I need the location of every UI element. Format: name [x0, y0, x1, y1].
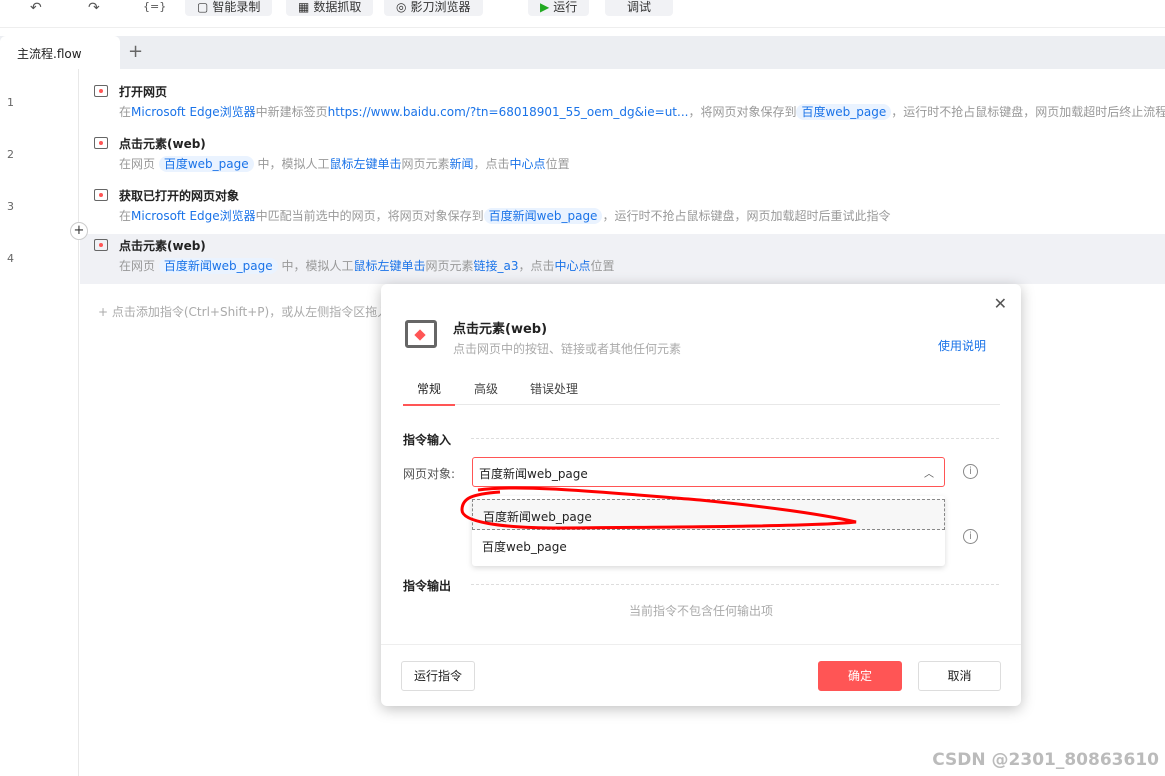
- field-label: 网页对象:: [403, 467, 456, 481]
- play-icon: ▶: [540, 0, 550, 14]
- option-baidu[interactable]: 百度web_page: [472, 530, 945, 561]
- click-element-icon: [405, 320, 437, 348]
- click-element-icon: [94, 239, 108, 251]
- run-command-button[interactable]: 运行指令: [401, 661, 475, 691]
- browser-icon: ◎: [396, 0, 407, 14]
- table-icon: ▦: [298, 0, 310, 14]
- chevron-up-icon: ︿: [924, 469, 934, 480]
- flow-step[interactable]: 点击元素(web) 在网页 百度web_page 中，模拟人工鼠标左键单击网页元…: [80, 132, 1165, 182]
- click-element-dialog: ✕ 点击元素(web) 点击网页中的按钮、链接或者其他任何元素 使用说明 常规 …: [381, 284, 1021, 706]
- divider: [381, 644, 1021, 645]
- option-baidu-news[interactable]: 百度新闻web_page: [472, 499, 945, 530]
- redo-icon[interactable]: ↷: [88, 0, 100, 16]
- record-icon: ▢: [197, 0, 209, 14]
- add-tab-button[interactable]: +: [128, 41, 143, 62]
- dialog-subtitle: 点击网页中的按钮、链接或者其他任何元素: [453, 342, 682, 356]
- tab-general[interactable]: 常规: [403, 380, 456, 406]
- run-button[interactable]: ▶ 运行: [528, 0, 590, 16]
- open-webpage-icon: [94, 85, 108, 97]
- step-description: 在网页 百度新闻web_page 中，模拟人工鼠标左键单击网页元素链接_a3，点…: [119, 258, 615, 274]
- scrape-button[interactable]: ▦ 数据抓取: [286, 0, 374, 16]
- dialog-tabs: 常规 高级 错误处理: [403, 380, 1000, 406]
- step-title: 打开网页: [119, 85, 168, 99]
- click-element-icon: [94, 137, 108, 149]
- step-title: 点击元素(web): [119, 239, 206, 253]
- record-label: 智能录制: [212, 0, 261, 14]
- cancel-button[interactable]: 取消: [918, 661, 1001, 691]
- tab-error-handling[interactable]: 错误处理: [530, 380, 578, 397]
- divider: [471, 584, 999, 585]
- webpage-object-select[interactable]: 百度新闻web_page ︿: [472, 457, 945, 487]
- get-webpage-icon: [94, 189, 108, 201]
- help-link[interactable]: 使用说明: [938, 337, 986, 354]
- watermark: CSDN @2301_80863610: [932, 750, 1159, 770]
- undo-icon[interactable]: ↶: [30, 0, 42, 16]
- line-gutter: 1 2 3 4: [0, 69, 79, 776]
- tab-bar: 主流程.flow +: [0, 36, 1165, 69]
- scrape-label: 数据抓取: [313, 0, 362, 14]
- step-description: 在网页 百度web_page 中，模拟人工鼠标左键单击网页元素新闻，点击中心点位…: [119, 156, 570, 172]
- insert-step-button[interactable]: +: [70, 222, 88, 240]
- debug-label: 调试: [627, 0, 652, 14]
- divider: [471, 438, 999, 439]
- line-number: 3: [7, 200, 14, 213]
- step-description: 在Microsoft Edge浏览器中新建标签页https://www.baid…: [119, 104, 1165, 120]
- select-dropdown: 百度新闻web_page 百度web_page: [472, 496, 945, 566]
- select-value: 百度新闻web_page: [479, 467, 588, 481]
- flow-step[interactable]: 获取已打开的网页对象 在Microsoft Edge浏览器中匹配当前选中的网页，…: [80, 184, 1165, 234]
- step-title: 获取已打开的网页对象: [119, 189, 240, 203]
- record-button[interactable]: ▢ 智能录制: [185, 0, 273, 16]
- dialog-title: 点击元素(web): [453, 322, 548, 337]
- close-icon[interactable]: ✕: [994, 294, 1007, 313]
- step-title: 点击元素(web): [119, 137, 206, 151]
- info-icon[interactable]: i: [963, 529, 978, 544]
- tab-advanced[interactable]: 高级: [474, 380, 498, 397]
- line-number: 4: [7, 252, 14, 265]
- run-label: 运行: [553, 0, 578, 14]
- line-number: 2: [7, 148, 14, 161]
- browser-label: 影刀浏览器: [410, 0, 471, 14]
- no-output-text: 当前指令不包含任何输出项: [628, 604, 773, 618]
- tab-main-flow[interactable]: 主流程.flow: [0, 36, 120, 69]
- add-command-hint[interactable]: + 点击添加指令(Ctrl+Shift+P)，或从左侧指令区拖入: [98, 303, 389, 320]
- info-icon[interactable]: i: [963, 464, 978, 479]
- browser-button[interactable]: ◎ 影刀浏览器: [384, 0, 483, 16]
- confirm-button[interactable]: 确定: [818, 661, 902, 691]
- line-number: 1: [7, 96, 14, 109]
- flow-step[interactable]: 打开网页 在Microsoft Edge浏览器中新建标签页https://www…: [80, 80, 1165, 130]
- toolbar: ↶ ↷ {=} ▢ 智能录制 ▦ 数据抓取 ◎ 影刀浏览器 ▶ 运行 调试: [0, 0, 1165, 28]
- flow-step-selected[interactable]: 点击元素(web) 在网页 百度新闻web_page 中，模拟人工鼠标左键单击网…: [80, 234, 1165, 284]
- step-description: 在Microsoft Edge浏览器中匹配当前选中的网页，将网页对象保存到 百度新…: [119, 208, 891, 224]
- debug-button[interactable]: 调试: [605, 0, 674, 16]
- input-section-title: 指令输入: [403, 433, 452, 447]
- output-section-title: 指令输出: [403, 579, 452, 593]
- variables-icon[interactable]: {=}: [143, 0, 166, 13]
